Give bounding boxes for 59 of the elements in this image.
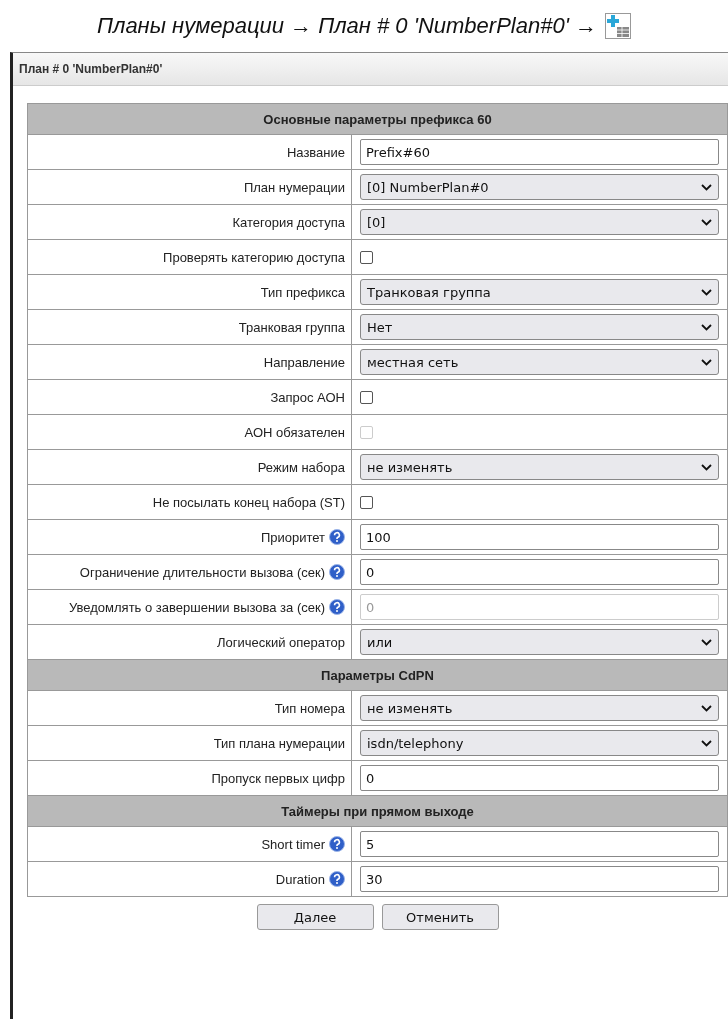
checkbox[interactable] (360, 390, 373, 404)
field-label: Логический оператор (216, 634, 345, 650)
section-header: Параметры CdPN (28, 660, 727, 691)
section-header: Основные параметры префикса 60 (28, 104, 727, 135)
chevron-down-icon (701, 288, 712, 296)
dropdown[interactable]: [0] NumberPlan#0 (360, 174, 719, 200)
chevron-down-icon (701, 638, 712, 646)
field-label: Short timer (261, 836, 325, 852)
field-label: Duration (275, 871, 325, 887)
help-icon[interactable] (329, 836, 345, 852)
dropdown[interactable]: isdn/telephony (360, 730, 719, 756)
text-field[interactable]: Prefix#60 (360, 139, 719, 165)
field-label: Направление (263, 354, 345, 370)
help-icon[interactable] (329, 871, 345, 887)
field-label: Пропуск первых цифр (211, 770, 345, 786)
add-table-icon[interactable] (604, 13, 631, 39)
field-label: План нумерации (243, 179, 345, 195)
field-label: Не посылать конец набора (ST) (152, 494, 345, 510)
breadcrumb-path: Планы нумерации → План # 0 'NumberPlan#0' → (97, 13, 597, 39)
dropdown[interactable]: Нет (360, 314, 719, 340)
text-field[interactable]: 100 (360, 524, 719, 550)
field-label: Тип префикса (260, 284, 345, 300)
field-label: АОН обязателен (244, 424, 345, 440)
dropdown[interactable]: [0] (360, 209, 719, 235)
field-label: Приоритет (260, 529, 325, 545)
checkbox[interactable] (360, 495, 373, 509)
field-label: Ограничение длительности вызова (сек) (79, 564, 325, 580)
dropdown[interactable]: местная сеть (360, 349, 719, 375)
field-label: Запрос АОН (270, 389, 345, 405)
cancel-button[interactable]: Отменить (381, 904, 499, 930)
field-label: Тип номера (274, 700, 345, 716)
text-field[interactable]: 0 (360, 765, 719, 791)
text-field[interactable]: 5 (360, 831, 719, 857)
next-button[interactable]: Далее (256, 904, 374, 930)
section-header: Таймеры при прямом выходе (28, 796, 727, 827)
field-label: Уведомлять о завершении вызова за (сек) (69, 599, 325, 615)
field-label: Категория доступа (232, 214, 345, 230)
chevron-down-icon (701, 704, 712, 712)
chevron-down-icon (701, 739, 712, 747)
checkbox[interactable] (360, 250, 373, 264)
chevron-down-icon (701, 183, 712, 191)
dropdown[interactable]: не изменять (360, 454, 719, 480)
dropdown[interactable]: или (360, 629, 719, 655)
field-label: Проверять категорию доступа (163, 249, 345, 265)
dropdown[interactable]: не изменять (360, 695, 719, 721)
help-icon[interactable] (329, 529, 345, 545)
help-icon[interactable] (329, 564, 345, 580)
field-label: Транковая группа (238, 319, 345, 335)
text-field[interactable]: 0 (360, 559, 719, 585)
chevron-down-icon (701, 358, 712, 366)
text-field[interactable]: 30 (360, 866, 719, 892)
chevron-down-icon (701, 323, 712, 331)
chevron-down-icon (701, 463, 712, 471)
field-label: Режим набора (257, 459, 345, 475)
chevron-down-icon (701, 218, 712, 226)
field-label: Название (286, 144, 345, 160)
dropdown[interactable]: Транковая группа (360, 279, 719, 305)
window-title: План # 0 'NumberPlan#0' (13, 53, 728, 86)
field-label: Тип плана нумерации (213, 735, 345, 751)
